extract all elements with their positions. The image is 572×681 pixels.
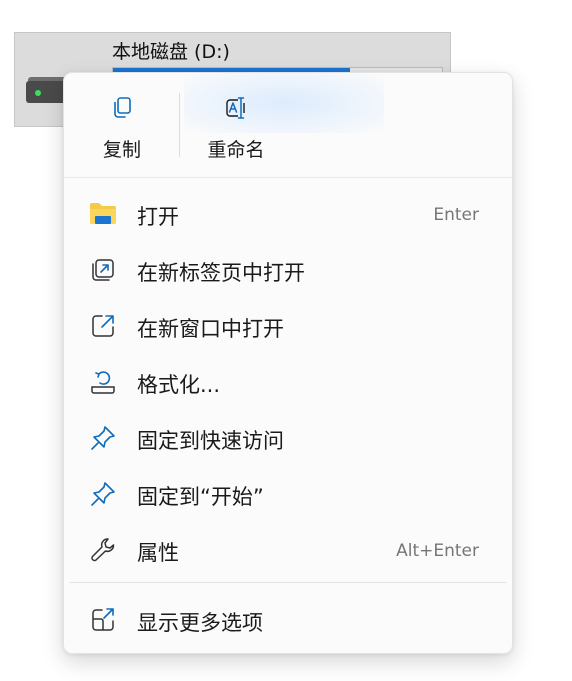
menu-item-label: 属性: [137, 541, 179, 565]
menu-item-label: 固定到快速访问: [137, 429, 284, 453]
menu-item-label: 在新标签页中打开: [137, 261, 305, 285]
menu-item-properties[interactable]: 属性 Alt+Enter: [70, 525, 506, 575]
drive-name: 本地磁盘 (D:): [112, 41, 230, 63]
menu-item-label: 在新窗口中打开: [137, 317, 284, 341]
menu-item-label: 显示更多选项: [137, 611, 263, 635]
menu-item-open[interactable]: 打开 Enter: [70, 189, 506, 239]
quick-actions-divider: [179, 93, 180, 157]
quick-actions-bar: 复制 重命名: [64, 73, 512, 177]
pin-icon: [91, 426, 115, 450]
menu-item-label: 打开: [137, 205, 179, 229]
menu-item-label: 固定到“开始”: [137, 485, 264, 509]
menu-item-shortcut: Enter: [433, 205, 479, 225]
menu-item-format[interactable]: 格式化...: [70, 357, 506, 407]
open-new-window-icon: [92, 315, 114, 337]
rename-icon: [226, 97, 245, 119]
format-icon: [91, 371, 115, 394]
pin-icon: [91, 482, 115, 506]
copy-button[interactable]: 复制: [72, 87, 172, 167]
rename-label: 重命名: [207, 139, 265, 161]
open-new-tab-icon: [92, 259, 114, 281]
copy-icon: [114, 97, 131, 118]
context-menu: 复制 重命名 打开 Enter 在新标签页中打开 在新窗口中打开 格式化... …: [63, 72, 513, 654]
menu-item-show-more-options[interactable]: 显示更多选项: [70, 595, 506, 645]
menu-separator: [70, 582, 506, 583]
menu-item-pin-quick-access[interactable]: 固定到快速访问: [70, 413, 506, 463]
menu-separator: [64, 177, 512, 178]
menu-item-open-new-window[interactable]: 在新窗口中打开: [70, 301, 506, 351]
menu-item-shortcut: Alt+Enter: [396, 541, 479, 561]
show-more-icon: [92, 608, 114, 631]
wrench-icon: [91, 538, 115, 562]
menu-item-open-new-tab[interactable]: 在新标签页中打开: [70, 245, 506, 295]
copy-label: 复制: [102, 139, 141, 161]
folder-icon: [90, 203, 116, 224]
rename-button[interactable]: 重命名: [186, 87, 286, 167]
menu-item-pin-start[interactable]: 固定到“开始”: [70, 469, 506, 519]
menu-item-label: 格式化...: [137, 373, 221, 397]
